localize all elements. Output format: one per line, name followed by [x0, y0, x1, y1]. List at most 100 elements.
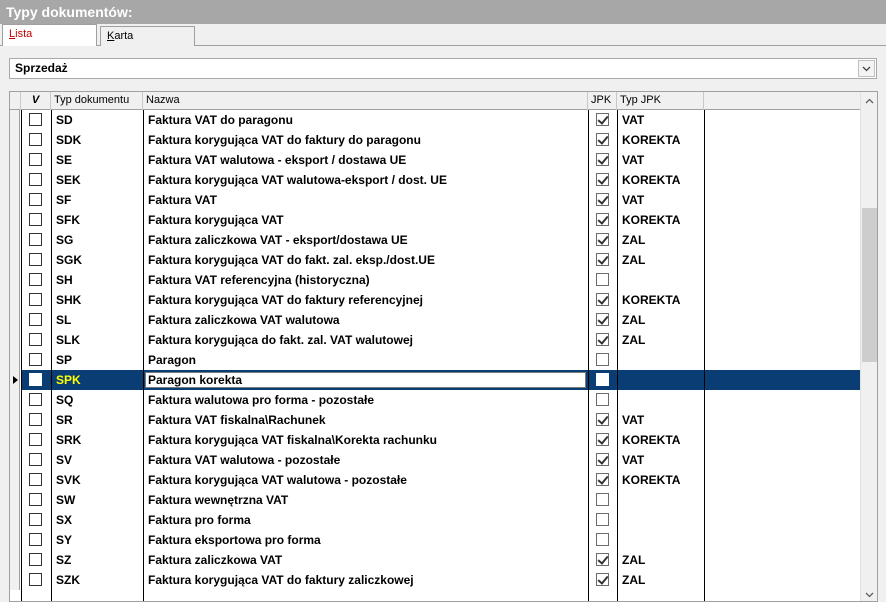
column-divider — [588, 110, 589, 601]
table-row[interactable]: SL Faktura zaliczkowa VAT walutowa ZAL — [10, 310, 861, 330]
table-row[interactable]: SG Faktura zaliczkowa VAT - eksport/dosta… — [10, 230, 861, 250]
jpk-checkbox[interactable] — [596, 333, 609, 346]
row-select-checkbox[interactable] — [29, 533, 42, 546]
document-code: SZK — [56, 573, 80, 587]
row-select-checkbox[interactable] — [29, 313, 42, 326]
jpk-checkbox[interactable] — [596, 433, 609, 446]
row-indicator — [10, 190, 20, 210]
document-name: Faktura VAT walutowa - pozostałe — [148, 453, 341, 467]
jpk-type: ZAL — [622, 553, 646, 567]
table-row[interactable]: SV Faktura VAT walutowa - pozostałe VAT — [10, 450, 861, 470]
vertical-scrollbar[interactable] — [860, 92, 877, 601]
row-select-checkbox[interactable] — [29, 553, 42, 566]
jpk-checkbox[interactable] — [596, 473, 609, 486]
row-select-checkbox[interactable] — [29, 113, 42, 126]
table-row[interactable]: SRK Faktura korygująca VAT fiskalna\Korek… — [10, 430, 861, 450]
jpk-checkbox[interactable] — [596, 373, 609, 386]
row-select-checkbox[interactable] — [29, 333, 42, 346]
jpk-checkbox[interactable] — [596, 293, 609, 306]
tab-lista-dokumentow[interactable]: Lista dokumentów — [2, 24, 97, 58]
row-select-checkbox[interactable] — [29, 233, 42, 246]
table-row[interactable]: SP Paragon — [10, 350, 861, 370]
table-row[interactable]: SW Faktura wewnętrzna VAT — [10, 490, 861, 510]
table-row[interactable]: SDK Faktura korygująca VAT do faktury do … — [10, 130, 861, 150]
table-row[interactable]: SEK Faktura korygująca VAT walutowa-ekspo… — [10, 170, 861, 190]
row-select-checkbox[interactable] — [29, 353, 42, 366]
document-code: SE — [56, 153, 73, 167]
tab-karta-dokumentu[interactable]: Karta dokumentu — [100, 26, 195, 60]
document-name: Faktura korygująca VAT walutowa-eksport … — [148, 173, 447, 187]
document-category-value: Sprzedaż — [15, 61, 68, 75]
jpk-checkbox[interactable] — [596, 533, 609, 546]
jpk-checkbox[interactable] — [596, 273, 609, 286]
row-select-checkbox[interactable] — [29, 133, 42, 146]
table-row[interactable]: SR Faktura VAT fiskalna\Rachunek VAT — [10, 410, 861, 430]
table-row[interactable]: SQ Faktura walutowa pro forma - pozostałe — [10, 390, 861, 410]
row-select-checkbox[interactable] — [29, 193, 42, 206]
table-row[interactable]: SHK Faktura korygująca VAT do faktury ref… — [10, 290, 861, 310]
table-row[interactable]: SD Faktura VAT do paragonu VAT — [10, 110, 861, 130]
table-row[interactable]: SFK Faktura korygująca VAT KOREKTA — [10, 210, 861, 230]
row-select-checkbox[interactable] — [29, 573, 42, 586]
row-select-checkbox[interactable] — [29, 473, 42, 486]
jpk-checkbox[interactable] — [596, 413, 609, 426]
jpk-checkbox[interactable] — [596, 513, 609, 526]
jpk-checkbox[interactable] — [596, 153, 609, 166]
table-row[interactable]: SZ Faktura zaliczkowa VAT ZAL — [10, 550, 861, 570]
scrollbar-thumb[interactable] — [862, 208, 877, 362]
header-jpk[interactable]: JPK — [588, 92, 617, 110]
table-row[interactable]: SLK Faktura korygująca do fakt. zal. VAT … — [10, 330, 861, 350]
jpk-checkbox[interactable] — [596, 453, 609, 466]
jpk-checkbox[interactable] — [596, 133, 609, 146]
row-select-checkbox[interactable] — [29, 293, 42, 306]
row-select-checkbox[interactable] — [29, 173, 42, 186]
document-types-grid: V Typ dokumentu Nazwa JPK Typ JPK SD Fakt… — [9, 91, 878, 602]
table-row[interactable]: SH Faktura VAT referencyjna (historyczna) — [10, 270, 861, 290]
header-name[interactable]: Nazwa — [143, 92, 588, 110]
header-check[interactable]: V — [21, 92, 51, 110]
table-row[interactable]: SGK Faktura korygująca VAT do fakt. zal. … — [10, 250, 861, 270]
row-select-checkbox[interactable] — [29, 433, 42, 446]
jpk-checkbox[interactable] — [596, 493, 609, 506]
jpk-checkbox[interactable] — [596, 193, 609, 206]
column-divider — [21, 110, 22, 601]
jpk-checkbox[interactable] — [596, 233, 609, 246]
jpk-checkbox[interactable] — [596, 253, 609, 266]
table-row[interactable]: SPK Paragon korekta — [10, 370, 861, 390]
jpk-type: KOREKTA — [622, 473, 681, 487]
jpk-checkbox[interactable] — [596, 353, 609, 366]
row-select-checkbox[interactable] — [29, 413, 42, 426]
jpk-checkbox[interactable] — [596, 553, 609, 566]
chevron-down-icon[interactable] — [858, 60, 875, 77]
table-row[interactable]: SZK Faktura korygująca VAT do faktury zal… — [10, 570, 861, 590]
row-select-checkbox[interactable] — [29, 253, 42, 266]
arrow-up-icon[interactable] — [861, 92, 877, 109]
row-select-checkbox[interactable] — [29, 493, 42, 506]
document-code: SG — [56, 233, 74, 247]
header-code[interactable]: Typ dokumentu — [51, 92, 143, 110]
header-jpk-type[interactable]: Typ JPK — [617, 92, 704, 110]
table-row[interactable]: SX Faktura pro forma — [10, 510, 861, 530]
jpk-type — [618, 350, 703, 370]
arrow-down-icon[interactable] — [861, 586, 877, 601]
document-category-select[interactable]: Sprzedaż — [9, 58, 877, 79]
jpk-checkbox[interactable] — [596, 173, 609, 186]
jpk-checkbox[interactable] — [596, 113, 609, 126]
table-row[interactable]: SY Faktura eksportowa pro forma — [10, 530, 861, 550]
row-select-checkbox[interactable] — [29, 453, 42, 466]
row-select-checkbox[interactable] — [29, 153, 42, 166]
table-row[interactable]: SF Faktura VAT VAT — [10, 190, 861, 210]
row-select-checkbox[interactable] — [29, 273, 42, 286]
document-code: SF — [56, 193, 72, 207]
jpk-checkbox[interactable] — [596, 313, 609, 326]
table-row[interactable]: SE Faktura VAT walutowa - eksport / dosta… — [10, 150, 861, 170]
row-select-checkbox[interactable] — [29, 393, 42, 406]
row-select-checkbox[interactable] — [29, 373, 42, 386]
row-select-checkbox[interactable] — [29, 213, 42, 226]
jpk-checkbox[interactable] — [596, 213, 609, 226]
document-name-editor[interactable]: Paragon korekta — [145, 372, 586, 388]
table-row[interactable]: SVK Faktura korygująca VAT walutowa - poz… — [10, 470, 861, 490]
jpk-checkbox[interactable] — [596, 573, 609, 586]
row-select-checkbox[interactable] — [29, 513, 42, 526]
jpk-checkbox[interactable] — [596, 393, 609, 406]
